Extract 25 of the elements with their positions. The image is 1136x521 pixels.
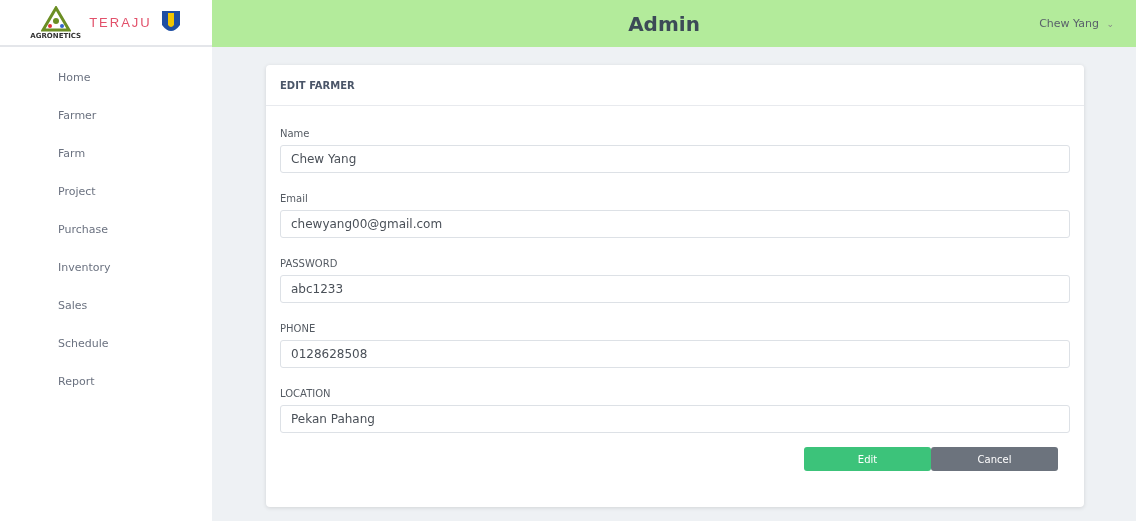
- sidebar-item[interactable]: Project: [0, 185, 212, 223]
- cancel-button[interactable]: Cancel: [931, 447, 1058, 471]
- sidebar-item[interactable]: Schedule: [0, 337, 212, 375]
- field-label: PHONE: [280, 323, 317, 334]
- triangle-logo-icon: [40, 5, 71, 32]
- sidebar-item[interactable]: Farm: [0, 147, 212, 185]
- field-label: Email: [280, 193, 309, 204]
- input-field[interactable]: Chew Yang: [280, 145, 1070, 173]
- sidebar-item[interactable]: Home: [0, 71, 212, 109]
- sidebar-item[interactable]: Purchase: [0, 223, 212, 261]
- field-label: PASSWORD: [280, 258, 339, 269]
- user-menu[interactable]: Chew Yang ⌄: [1037, 15, 1116, 32]
- logo-text: TERAJU: [89, 15, 152, 30]
- input-field[interactable]: Pekan Pahang: [280, 405, 1070, 433]
- page-title: Admin: [628, 11, 700, 36]
- input-field[interactable]: chewyang00@gmail.com: [280, 210, 1070, 238]
- card-title: EDIT FARMER: [280, 79, 355, 91]
- sidebar-item[interactable]: Report: [0, 375, 212, 413]
- sidebar-item[interactable]: Sales: [0, 299, 212, 337]
- sidebar-item[interactable]: Farmer: [0, 109, 212, 147]
- sidebar-item[interactable]: Inventory: [0, 261, 212, 299]
- field-label: LOCATION: [280, 388, 332, 399]
- input-field[interactable]: 0128628508: [280, 340, 1070, 368]
- input-field[interactable]: abc1233: [280, 275, 1070, 303]
- field-label: Name: [280, 128, 311, 139]
